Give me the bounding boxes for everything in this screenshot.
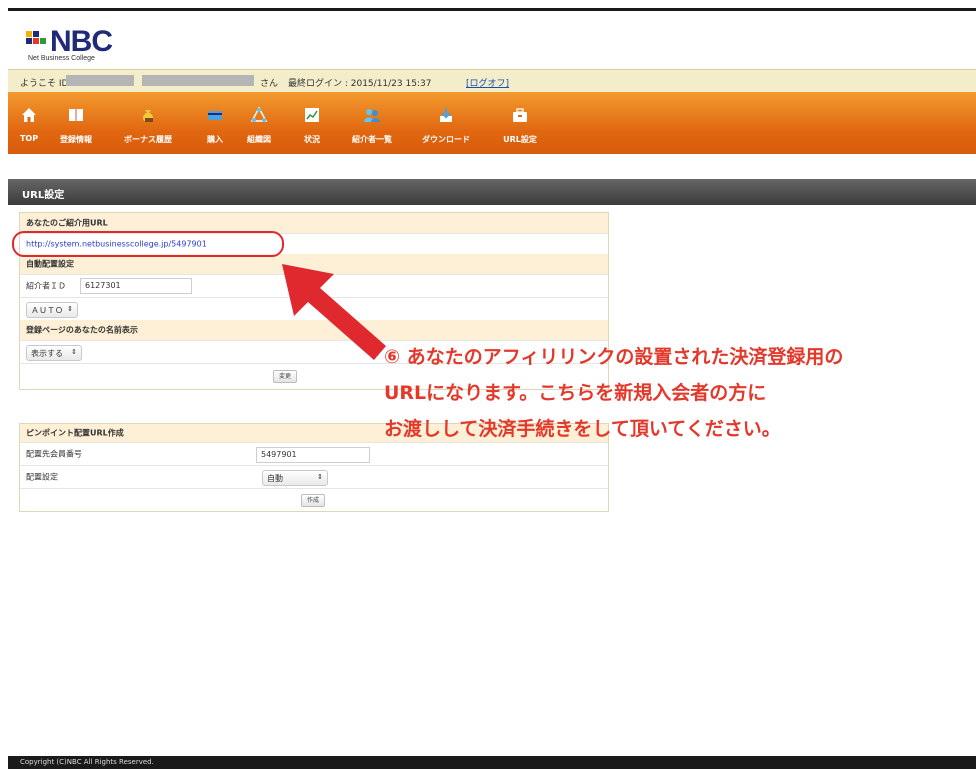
welcome-bar: ようこそ ID さん 最終ログイン : 2015/11/23 15:37 [ログ… bbox=[8, 69, 976, 93]
placement-label: 配置設定 bbox=[26, 472, 58, 482]
create-button[interactable]: 作成 bbox=[301, 494, 325, 507]
nav-bonus-history[interactable]: ボーナス履歴 bbox=[118, 92, 178, 154]
users-icon bbox=[364, 109, 380, 122]
chart-icon bbox=[305, 108, 319, 122]
org-chart-icon bbox=[250, 106, 268, 122]
nav-download[interactable]: ダウンロード bbox=[416, 92, 476, 154]
nav-label: ボーナス履歴 bbox=[124, 135, 172, 144]
nav-top[interactable]: TOP bbox=[14, 92, 44, 154]
section-title-bar: URL設定 bbox=[8, 179, 976, 205]
briefcase-icon bbox=[513, 108, 527, 122]
logo-mark-icon bbox=[26, 31, 52, 51]
sponsor-id-field[interactable]: 6127301 bbox=[80, 278, 192, 294]
annotation-text: ⑥ あなたのアフィリリンクの設置された決済登録用の URLになります。こちらを新… bbox=[384, 339, 843, 447]
page: NBC Net Business College ようこそ ID さん 最終ログ… bbox=[0, 0, 976, 769]
select-arrow-icon: ⇕ bbox=[317, 473, 323, 481]
logo-text: NBC bbox=[50, 25, 113, 58]
nav-label: 購入 bbox=[207, 135, 223, 144]
select-arrow-icon: ⇕ bbox=[67, 305, 73, 313]
member-number-field[interactable]: 5497901 bbox=[256, 447, 370, 463]
sponsor-label: 紹介者ＩＤ bbox=[26, 281, 66, 291]
moneybag-icon bbox=[143, 110, 153, 122]
header: NBC Net Business College bbox=[8, 11, 976, 69]
home-icon bbox=[22, 108, 36, 122]
annotation-line-1: ⑥ あなたのアフィリリンクの設置された決済登録用の bbox=[384, 346, 844, 368]
nav-label: TOP bbox=[19, 134, 39, 143]
copyright: Copyright (C)NBC All Rights Reserved. bbox=[20, 758, 154, 766]
change-button[interactable]: 変更 bbox=[273, 370, 297, 383]
redacted-name bbox=[142, 75, 254, 86]
annotation-line-2: URLになります。こちらを新規入会者の方に bbox=[384, 382, 767, 404]
nav-purchase[interactable]: 購入 bbox=[196, 92, 234, 154]
nav-registration-info[interactable]: 登録情報 bbox=[52, 92, 100, 154]
nav-status[interactable]: 状況 bbox=[296, 92, 328, 154]
nav-label: 紹介者一覧 bbox=[352, 135, 392, 144]
nav-url-settings[interactable]: URL設定 bbox=[496, 92, 544, 154]
placement-select[interactable]: 自動 ⇕ bbox=[262, 470, 328, 486]
nav-label: ダウンロード bbox=[422, 135, 470, 144]
card-icon bbox=[208, 111, 222, 120]
last-login: 最終ログイン : 2015/11/23 15:37 bbox=[288, 79, 432, 89]
create-row: 作成 bbox=[20, 488, 608, 511]
redacted-id bbox=[66, 75, 134, 86]
red-arrow-icon bbox=[282, 264, 386, 360]
section-title: URL設定 bbox=[22, 190, 65, 201]
nav-label: 組織図 bbox=[247, 135, 271, 144]
auto-placement-select[interactable]: ＡＵＴＯ ⇕ bbox=[26, 302, 78, 318]
nav-label: 状況 bbox=[304, 135, 320, 144]
nav-referrals[interactable]: 紹介者一覧 bbox=[344, 92, 400, 154]
logo-tagline: Net Business College bbox=[28, 55, 95, 62]
referral-url-header: あなたのご紹介用URL bbox=[20, 213, 608, 233]
welcome-honorific: さん bbox=[260, 79, 279, 89]
book-icon bbox=[69, 109, 83, 121]
select-arrow-icon: ⇕ bbox=[71, 348, 77, 356]
download-icon bbox=[440, 108, 452, 122]
placement-row: 配置設定 自動 ⇕ bbox=[20, 465, 608, 488]
nav-label: URL設定 bbox=[503, 135, 537, 144]
name-display-select[interactable]: 表示する ⇕ bbox=[26, 345, 82, 361]
annotation-line-3: お渡しして決済手続きをして頂いてください。 bbox=[384, 418, 781, 440]
main-nav: TOP 登録情報 ボーナス履歴 購入 組織図 状況 紹介者一覧 ダウンロード U… bbox=[8, 92, 976, 154]
nav-label: 登録情報 bbox=[60, 135, 92, 144]
url-highlight-oval bbox=[12, 231, 284, 257]
member-number-label: 配置先会員番号 bbox=[26, 449, 82, 459]
logout-link[interactable]: [ログオフ] bbox=[466, 79, 509, 89]
nav-org-chart[interactable]: 組織図 bbox=[240, 92, 278, 154]
footer: Copyright (C)NBC All Rights Reserved. bbox=[8, 756, 976, 769]
welcome-greeting: ようこそ ID bbox=[20, 79, 69, 89]
